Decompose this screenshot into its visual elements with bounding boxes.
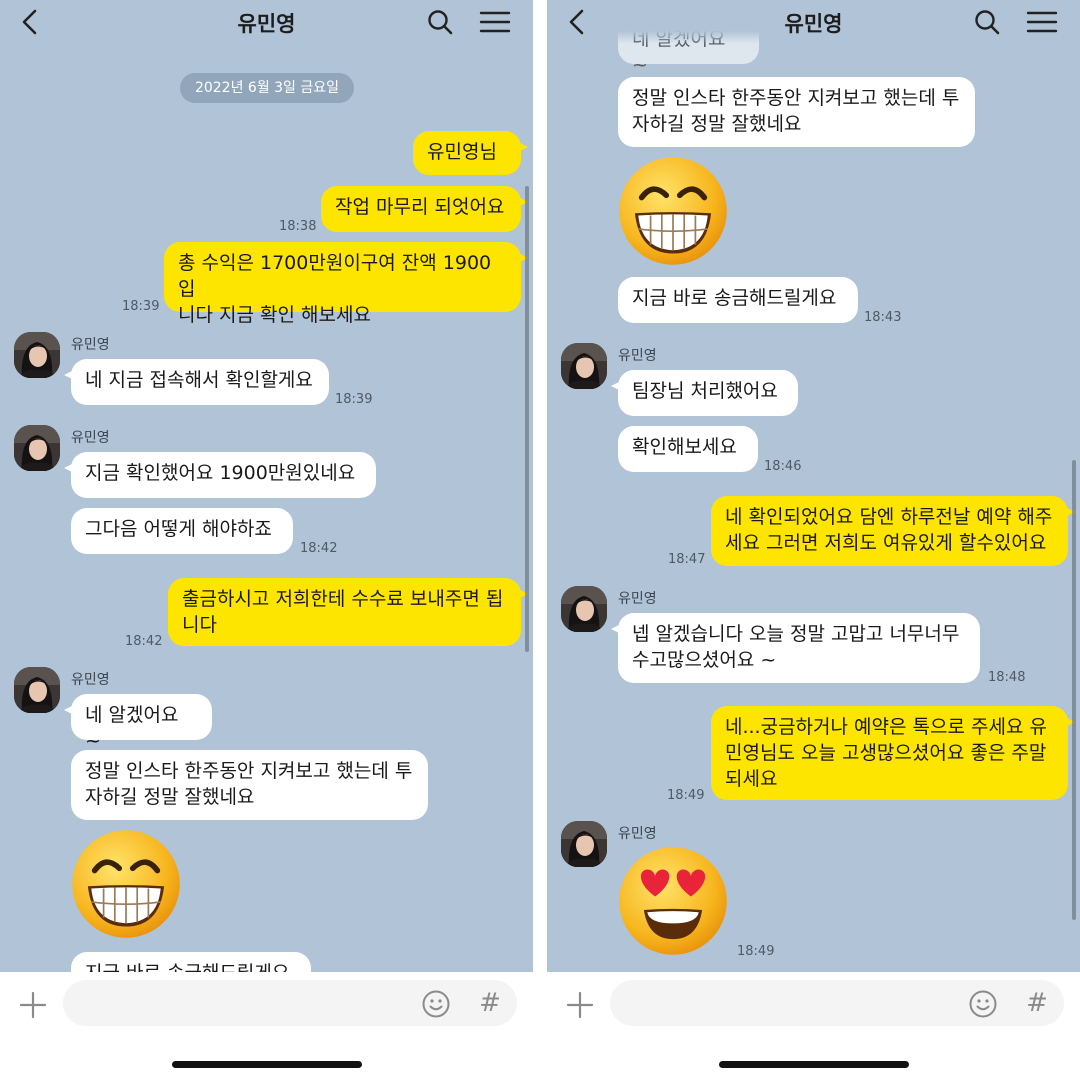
message-text-line: 정말 인스타 한주동안 지켜보고 했는데 투: [85, 760, 413, 782]
message-text-line: 니다: [182, 614, 217, 636]
message-input[interactable]: #: [63, 980, 517, 1026]
avatar[interactable]: [561, 586, 607, 632]
input-bar: #: [547, 972, 1080, 1080]
message-text-line: 네...궁금하거나 예약은 톡으로 주세요 유: [725, 716, 1047, 738]
message-text: 유민영님: [427, 141, 497, 163]
home-indicator[interactable]: [172, 1061, 362, 1068]
sender-name: 유민영: [71, 430, 110, 446]
message-bubble-sent[interactable]: 출금하시고 저희한테 수수료 보내주면 됩니다: [168, 578, 528, 646]
message-bubble-received[interactable]: 넵 알겠습니다 오늘 정말 고맙고 너무너무수고많으셨어요 ~: [611, 613, 980, 683]
message-bubble-sent[interactable]: 총 수익은 1700만원이구여 잔액 1900입니다 지금 확인 해보세요: [164, 242, 528, 326]
message-text-line: 되세요: [725, 768, 778, 790]
chat-header: 유민영: [0, 0, 533, 44]
avatar[interactable]: [14, 332, 60, 378]
sender-name: 유민영: [618, 348, 657, 364]
message-text: 작업 마무리 되엇어요: [335, 196, 505, 218]
message-bubble-received[interactable]: 정말 인스타 한주동안 지켜보고 했는데 투자하길 정말 잘했네요: [618, 77, 975, 147]
plus-icon[interactable]: [563, 988, 597, 1022]
message-text-line: 총 수익은 1700만원이구여 잔액 1900입: [178, 252, 492, 300]
avatar[interactable]: [561, 821, 607, 867]
message-text-line: 수고많으셨어요 ~: [632, 649, 777, 671]
sender-name: 유민영: [618, 591, 657, 607]
message-time: 18:47: [668, 552, 706, 567]
grinning-face-emoji[interactable]: [70, 828, 182, 940]
home-indicator[interactable]: [719, 1061, 909, 1068]
message-text: 팀장님 처리했어요: [632, 380, 778, 402]
heart-eyes-emoji[interactable]: [617, 845, 729, 957]
message-text-line: 정말 인스타 한주동안 지켜보고 했는데 투: [632, 87, 960, 109]
message-time: 18:39: [122, 299, 160, 314]
message-bubble-received[interactable]: 네 지금 접속해서 확인할게요: [64, 359, 329, 405]
message-time: 18:49: [667, 788, 705, 803]
sender-name: 유민영: [71, 672, 110, 688]
chat-header: 유민영: [547, 0, 1080, 44]
date-divider: 2022년 6월 3일 금요일: [180, 73, 354, 103]
message-bubble-received[interactable]: 확인해보세요: [618, 426, 758, 472]
search-icon[interactable]: [425, 7, 455, 37]
message-bubble-received[interactable]: 정말 인스타 한주동안 지켜보고 했는데 투자하길 정말 잘했네요: [71, 750, 428, 820]
sender-name: 유민영: [71, 337, 110, 353]
message-text-line: 자하길 정말 잘했네요: [85, 786, 255, 808]
message-bubble-received[interactable]: 네 알겠어요 ~: [64, 694, 212, 752]
message-text: 네 지금 접속해서 확인할게요: [85, 369, 313, 391]
message-text-line: 네 확인되었어요 담엔 하루전날 예약 해주: [725, 506, 1053, 528]
sender-name: 유민영: [618, 826, 657, 842]
avatar[interactable]: [14, 425, 60, 471]
emoticon-icon[interactable]: [421, 989, 451, 1019]
search-icon[interactable]: [972, 7, 1002, 37]
message-text-line: 넵 알겠습니다 오늘 정말 고맙고 너무너무: [632, 623, 960, 645]
message-text-line: 자하길 정말 잘했네요: [632, 113, 802, 135]
input-bar: #: [0, 972, 533, 1080]
message-text-line: 니다 지금 확인 해보세요: [178, 304, 371, 326]
message-text: 확인해보세요: [632, 436, 737, 458]
scrollbar[interactable]: [1072, 460, 1076, 920]
message-bubble-sent[interactable]: 네...궁금하거나 예약은 톡으로 주세요 유민영님도 오늘 고생많으셨어요 좋…: [711, 706, 1075, 800]
message-text: 그다음 어떻게 해야하죠: [85, 518, 272, 540]
message-time: 18:42: [125, 634, 163, 649]
message-bubble-received[interactable]: 그다음 어떻게 해야하죠: [71, 508, 293, 554]
message-text: 지금 바로 송금해드릴게요: [632, 287, 837, 309]
message-time: 18:38: [279, 219, 317, 234]
scrollbar[interactable]: [525, 186, 529, 652]
menu-icon[interactable]: [1025, 8, 1059, 36]
chat-panel-left: 유민영 2022년 6월 3일 금요일 유민영님 작업 마무리 되엇어요 18:…: [0, 0, 533, 1080]
avatar[interactable]: [14, 667, 60, 713]
message-time: 18:48: [988, 670, 1026, 685]
menu-icon[interactable]: [478, 8, 512, 36]
grinning-face-emoji[interactable]: [617, 155, 729, 267]
message-bubble-sent[interactable]: 유민영님: [413, 131, 528, 175]
message-text-line: 민영님도 오늘 고생많으셨어요 좋은 주말: [725, 742, 1047, 764]
message-time: 18:46: [764, 459, 802, 474]
plus-icon[interactable]: [16, 988, 50, 1022]
message-bubble-received[interactable]: 지금 바로 송금해드릴게요: [618, 277, 858, 323]
message-text-line: 세요 그러면 저희도 여유있게 할수있어요: [725, 532, 1047, 554]
message-text: 네 알겠어요 ~: [85, 704, 179, 752]
emoticon-icon[interactable]: [968, 989, 998, 1019]
chat-panel-right: 네 알겠어요 ~ 유민영 정말 인스타 한주동안 지켜보고 했는데 투자하길 정…: [547, 0, 1080, 1080]
message-bubble-sent[interactable]: 네 확인되었어요 담엔 하루전날 예약 해주세요 그러면 저희도 여유있게 할수…: [711, 496, 1075, 566]
message-time: 18:49: [737, 944, 775, 959]
message-time: 18:42: [300, 541, 338, 556]
message-time: 18:39: [335, 392, 373, 407]
hashtag-icon[interactable]: #: [1022, 988, 1052, 1018]
message-time: 18:43: [864, 310, 902, 325]
message-input[interactable]: #: [610, 980, 1064, 1026]
message-text-line: 출금하시고 저희한테 수수료 보내주면 됩: [182, 588, 504, 610]
divider: [533, 0, 547, 1080]
message-bubble-received[interactable]: 팀장님 처리했어요: [611, 370, 798, 416]
hashtag-icon[interactable]: #: [475, 988, 505, 1018]
message-bubble-sent[interactable]: 작업 마무리 되엇어요: [321, 186, 528, 232]
message-bubble-received[interactable]: 지금 확인했어요 1900만원있네요: [64, 452, 376, 498]
message-text: 지금 확인했어요 1900만원있네요: [85, 462, 356, 484]
avatar[interactable]: [561, 343, 607, 389]
